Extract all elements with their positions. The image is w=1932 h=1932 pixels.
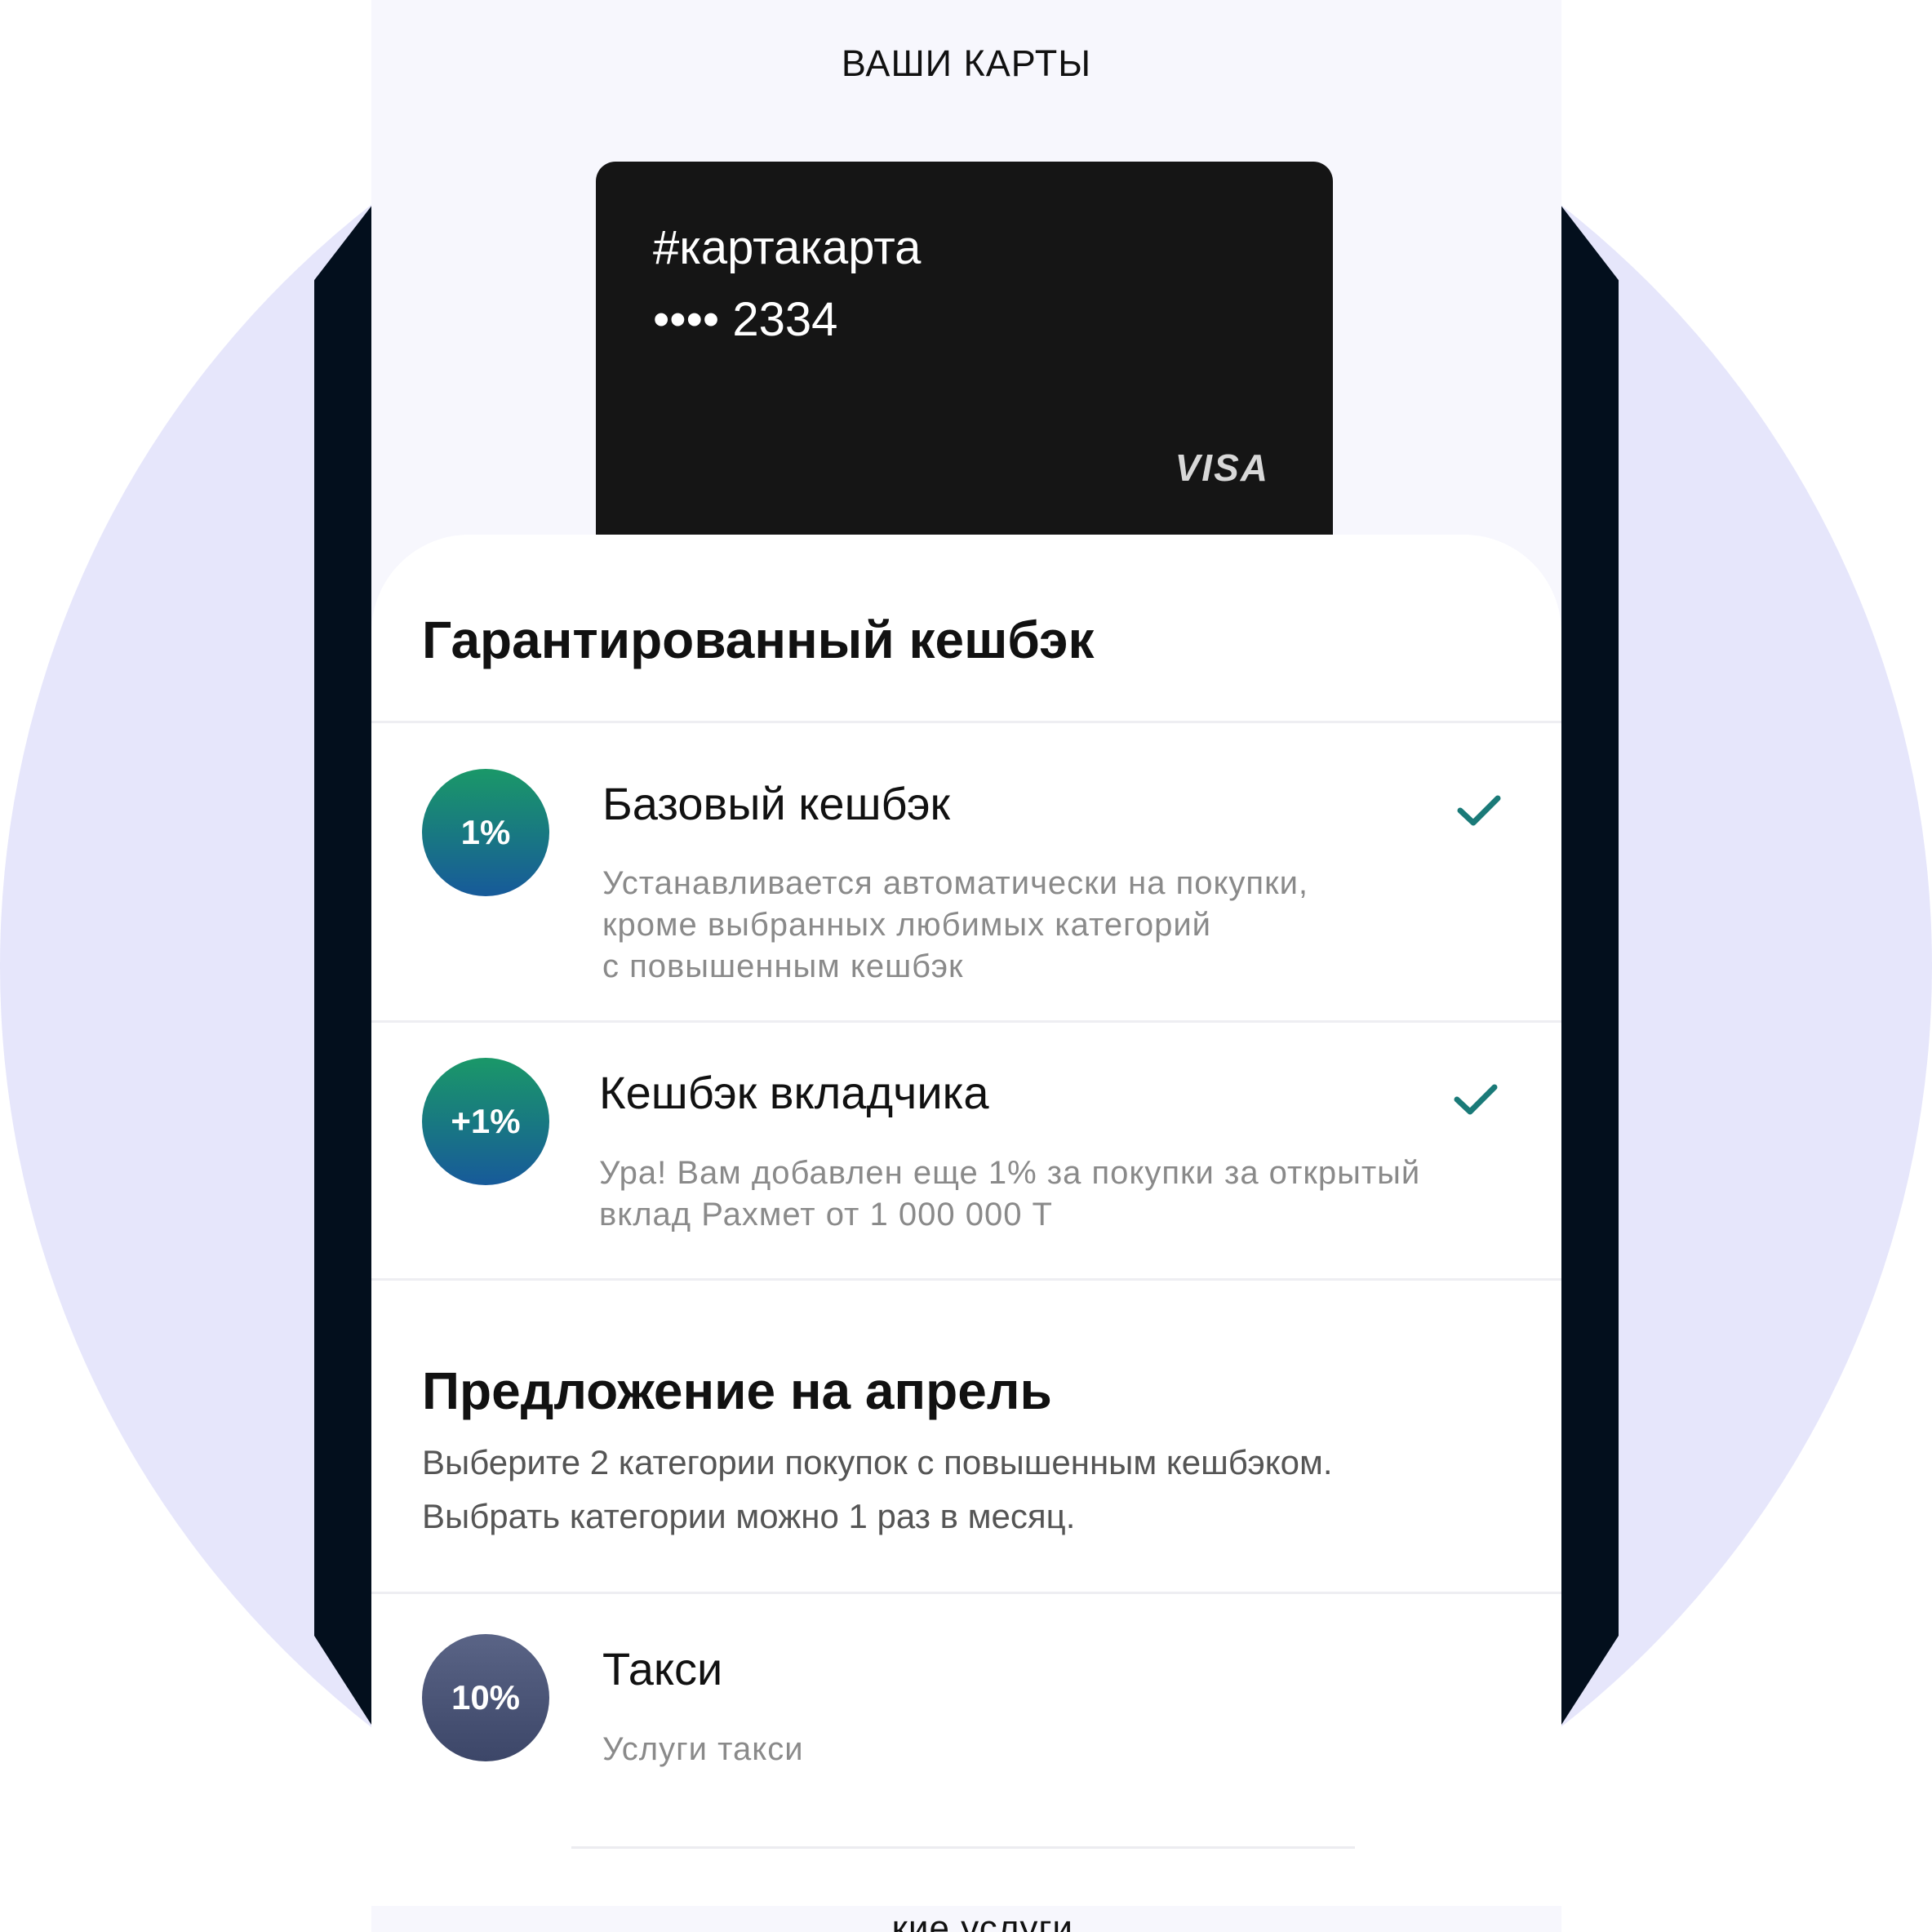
offer-desc: Выберите 2 категории покупок с повышенны… [422, 1436, 1333, 1543]
phone-screen: ВАШИ КАРТЫ #картакарта •••• 2334 VISA Га… [371, 0, 1561, 1932]
desc-line: Выберите 2 категории покупок с повышенны… [422, 1443, 1333, 1481]
bank-card[interactable]: #картакарта •••• 2334 VISA [596, 162, 1333, 586]
desc-line: кроме выбранных любимых категорий [602, 907, 1212, 943]
desc-line: Выбрать категории можно 1 раз в месяц. [422, 1497, 1076, 1535]
bottom-label: ...кие услуги [859, 1908, 1073, 1932]
check-icon [1454, 1084, 1498, 1115]
item-desc: Устанавливается автоматически на покупки… [602, 863, 1308, 988]
divider [371, 721, 1561, 723]
item-desc: Услуги такси [602, 1731, 804, 1767]
card-name: #картакарта [653, 221, 922, 274]
page-title: ВАШИ КАРТЫ [841, 42, 1092, 84]
check-icon [1457, 795, 1501, 826]
cashback-badge: 1% [422, 769, 549, 896]
divider [371, 1592, 1561, 1594]
card-number: •••• 2334 [653, 293, 838, 346]
cashback-badge: +1% [422, 1058, 549, 1185]
item-desc: Ура! Вам добавлен еще 1% за покупки за о… [599, 1153, 1420, 1236]
scene: ВАШИ КАРТЫ #картакарта •••• 2334 VISA Га… [0, 0, 1932, 1932]
item-title: Базовый кешбэк [602, 778, 951, 829]
desc-line: вклад Рахмет от 1 000 000 Т [599, 1197, 1053, 1232]
divider [371, 1278, 1561, 1281]
visa-logo: VISA [1175, 446, 1269, 489]
item-title: Такси [602, 1643, 723, 1694]
divider [371, 1020, 1561, 1023]
cashback-sheet: Гарантированный кешбэк 1% Базовый кешбэк… [371, 535, 1561, 1906]
desc-line: Устанавливается автоматически на покупки… [602, 865, 1309, 901]
guaranteed-title: Гарантированный кешбэк [422, 611, 1095, 669]
desc-line: Ура! Вам добавлен еще 1% за покупки за о… [599, 1155, 1421, 1191]
cashback-badge: 10% [422, 1634, 549, 1761]
offer-title: Предложение на апрель [422, 1361, 1052, 1420]
desc-line: с повышенным кешбэк [602, 948, 964, 984]
bottom-divider [571, 1846, 1355, 1849]
item-title: Кешбэк вкладчика [599, 1067, 989, 1118]
